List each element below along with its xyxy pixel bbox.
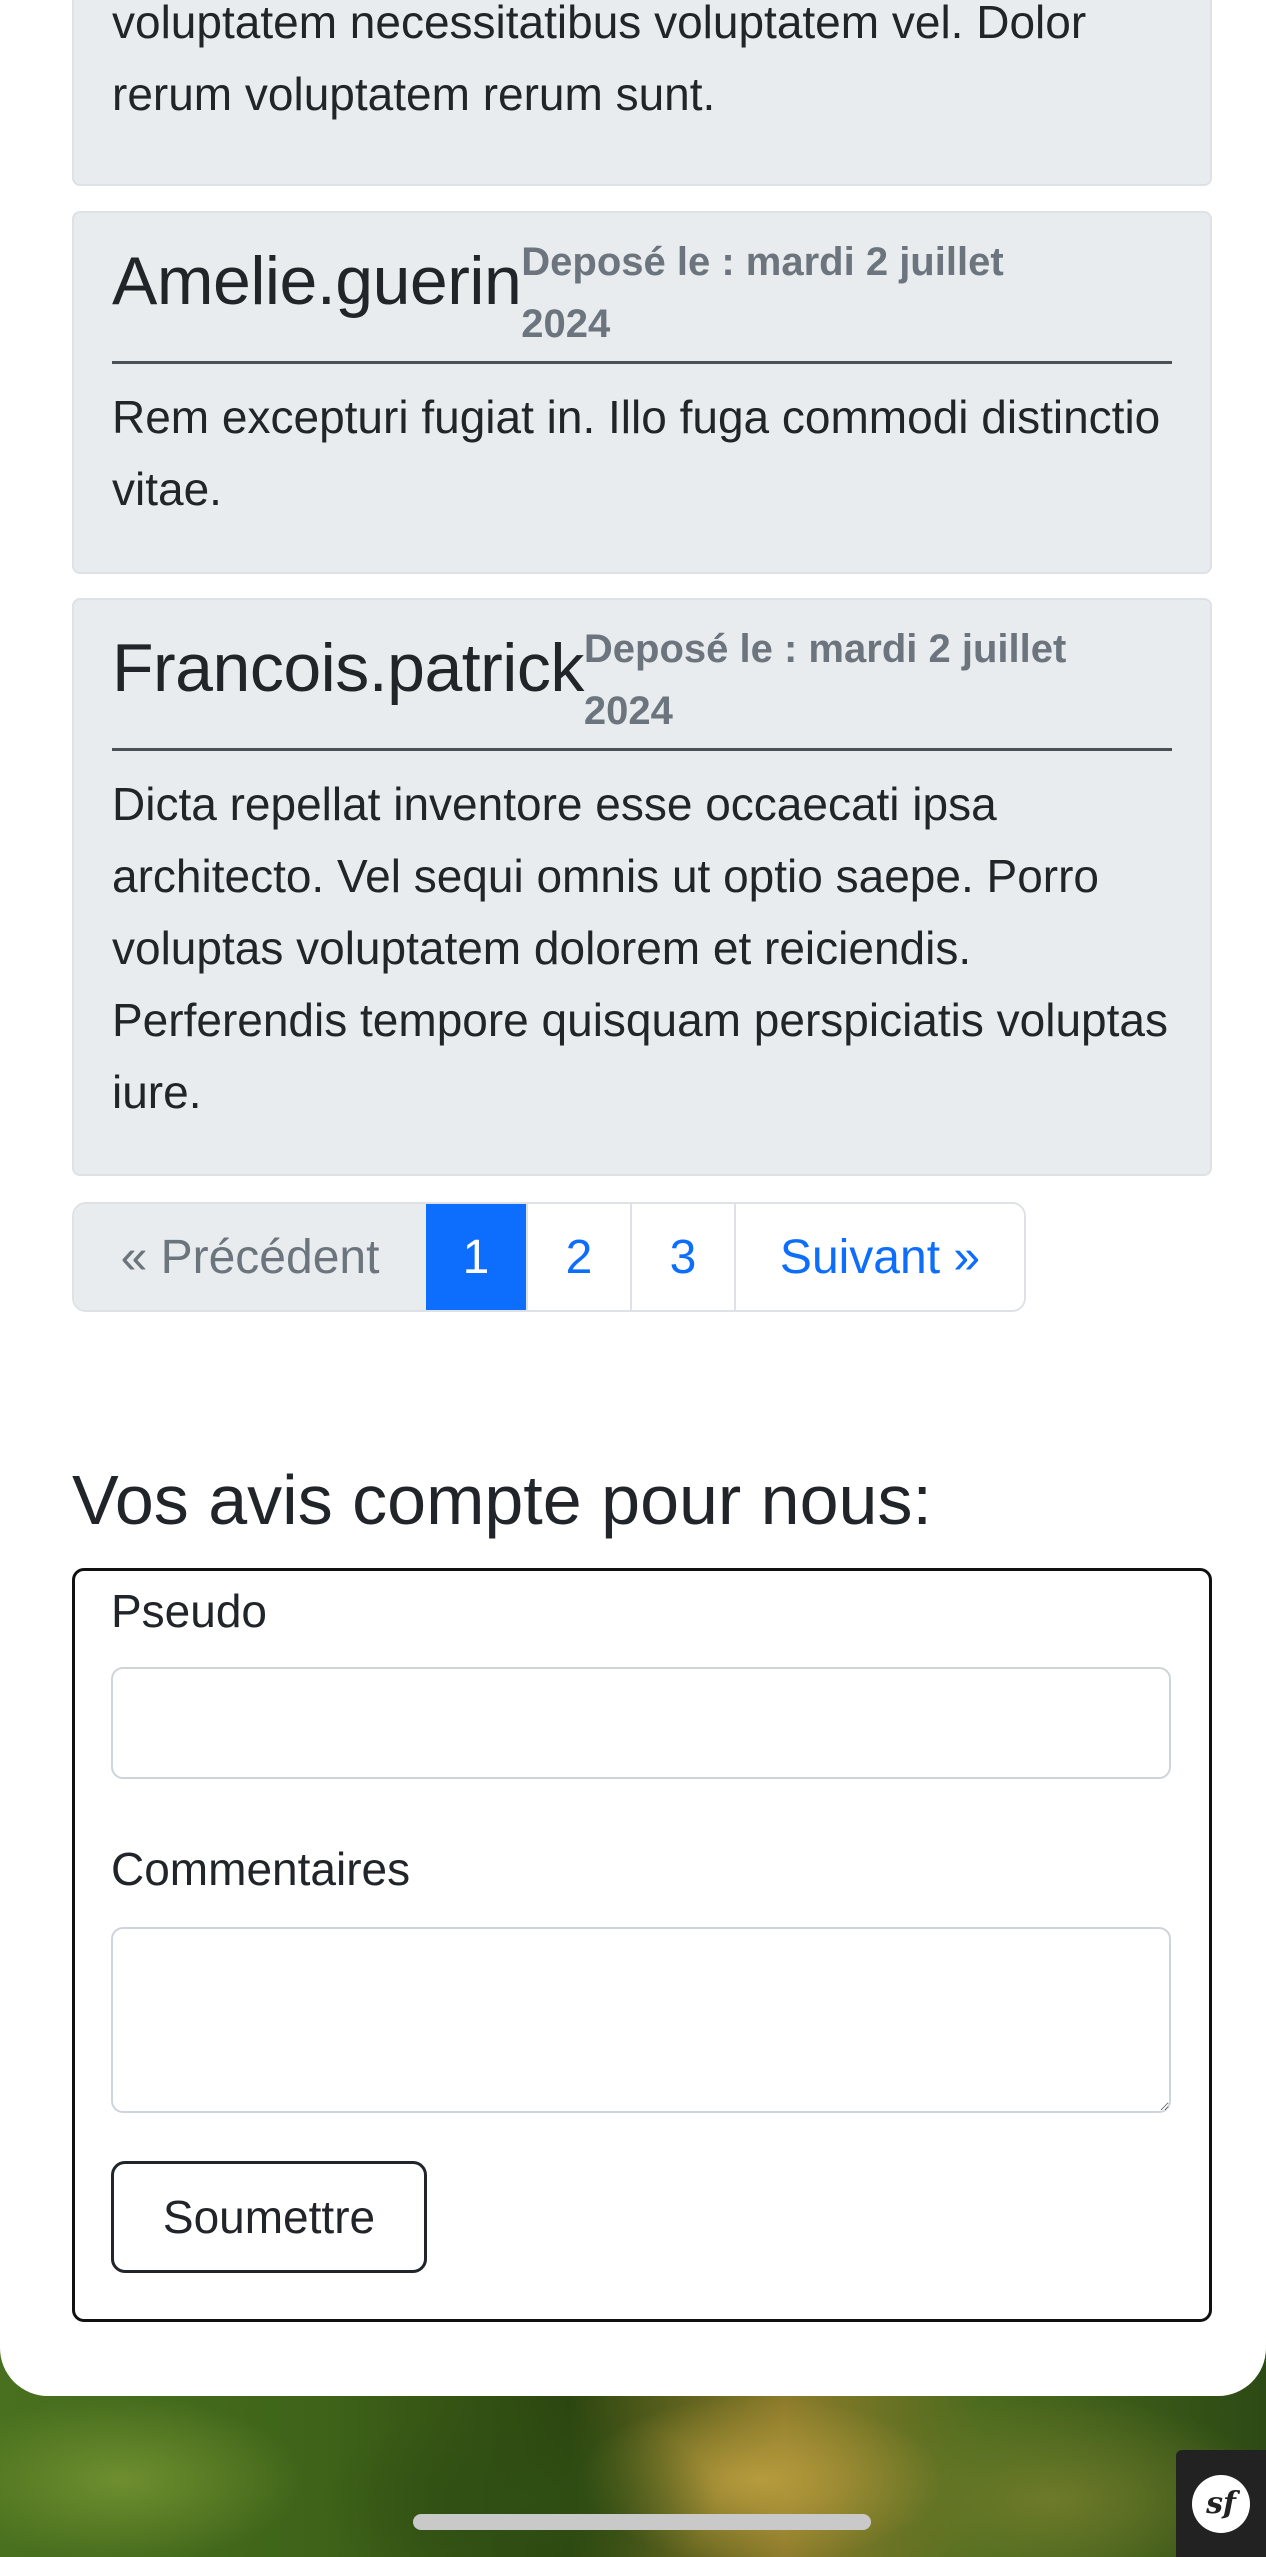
comment-date: Deposé le : mardi 2 juillet 2024 (521, 240, 1004, 346)
comment-text: voluptatem necessitatibus voluptatem vel… (112, 0, 1087, 120)
comment-header: Amelie.guerin Deposé le : mardi 2 juille… (112, 227, 1172, 364)
pagination: « Précédent 1 2 3 Suivant » (72, 1202, 1026, 1312)
comment-textarea[interactable] (111, 1927, 1171, 2113)
page-2-button[interactable]: 2 (526, 1204, 630, 1310)
previous-page-button: « Précédent (74, 1204, 426, 1310)
comment-card: Francois.patrick Deposé le : mardi 2 jui… (72, 598, 1212, 1176)
feedback-form: Pseudo Commentaires Soumettre (72, 1568, 1212, 2322)
page-1-button[interactable]: 1 (426, 1204, 526, 1310)
home-indicator[interactable] (413, 2514, 871, 2530)
page-3-button[interactable]: 3 (630, 1204, 734, 1310)
submit-button[interactable]: Soumettre (111, 2161, 427, 2273)
next-page-button[interactable]: Suivant » (734, 1204, 1024, 1310)
symfony-icon: sf (1192, 2474, 1250, 2533)
pseudo-input[interactable] (111, 1667, 1171, 1779)
page-content: voluptatem necessitatibus voluptatem vel… (0, 0, 1266, 2396)
comment-author: Francois.patrick (112, 630, 584, 706)
comment-text: Rem excepturi fugiat in. Illo fuga commo… (112, 391, 1161, 515)
comment-header: Francois.patrick Deposé le : mardi 2 jui… (112, 614, 1172, 751)
comment-date: Deposé le : mardi 2 juillet 2024 (583, 627, 1067, 733)
comment-card: Amelie.guerin Deposé le : mardi 2 juille… (72, 211, 1212, 574)
comment-text: Dicta repellat inventore esse occaecati … (112, 778, 1168, 1118)
symfony-toolbar-toggle[interactable]: sf (1176, 2450, 1266, 2557)
comment-card: voluptatem necessitatibus voluptatem vel… (72, 0, 1212, 186)
form-title: Vos avis compte pour nous: (72, 1461, 932, 1539)
pseudo-label: Pseudo (111, 1585, 268, 1637)
comment-label: Commentaires (111, 1843, 411, 1895)
comment-author: Amelie.guerin (112, 243, 522, 319)
